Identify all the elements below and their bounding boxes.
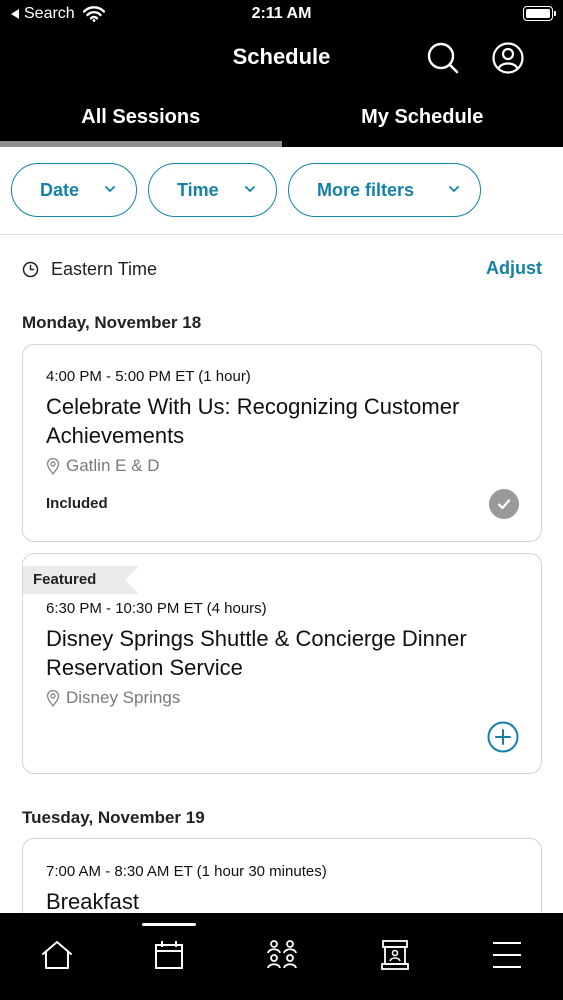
user-icon <box>492 42 524 74</box>
session-title: Breakfast <box>46 889 139 914</box>
status-bar: Search 2:11 AM <box>0 0 563 30</box>
session-title: Disney Springs Shuttle & Concierge Dinne… <box>46 626 467 680</box>
status-time: 2:11 AM <box>251 5 312 22</box>
menu-icon <box>493 942 521 968</box>
location-text: Disney Springs <box>66 688 181 707</box>
session-time: 4:00 PM - 5:00 PM ET (1 hour) <box>46 368 251 385</box>
time-filter-button[interactable]: Time <box>148 163 277 217</box>
session-title: Celebrate With Us: Recognizing Customer … <box>46 394 460 448</box>
people-icon <box>267 940 297 969</box>
timezone-label: Eastern Time <box>51 258 158 279</box>
tab-label: My Schedule <box>361 106 484 128</box>
session-card[interactable]: 4:00 PM - 5:00 PM ET (1 hour) Celebrate … <box>22 344 542 542</box>
add-to-schedule-icon[interactable] <box>487 721 519 753</box>
day-heading: Monday, November 18 <box>22 313 202 332</box>
nav-schedule[interactable] <box>149 935 189 975</box>
chevron-down-icon <box>105 186 115 192</box>
filter-label: More filters <box>317 179 415 200</box>
date-filter-button[interactable]: Date <box>11 163 137 217</box>
included-label: Included <box>46 495 108 512</box>
location-pin-icon <box>46 457 60 475</box>
more-filters-button[interactable]: More filters <box>288 163 481 217</box>
battery-icon <box>523 6 556 21</box>
app-header: Schedule <box>0 30 563 86</box>
timezone-row: Eastern Time Adjust <box>22 255 542 283</box>
nav-menu[interactable] <box>487 935 527 975</box>
location-text: Gatlin E & D <box>66 456 160 475</box>
added-check-icon[interactable] <box>489 489 519 519</box>
page-title: Schedule <box>232 44 331 69</box>
session-location: Disney Springs <box>46 688 180 708</box>
session-time: 7:00 AM - 8:30 AM ET (1 hour 30 minutes) <box>46 863 327 880</box>
home-icon <box>42 941 72 969</box>
session-card[interactable]: Featured 6:30 PM - 10:30 PM ET (4 hours)… <box>22 553 542 774</box>
tab-all-sessions[interactable]: All Sessions <box>0 86 282 147</box>
session-location: Gatlin E & D <box>46 456 160 476</box>
nav-home[interactable] <box>37 935 77 975</box>
nav-attendees[interactable] <box>262 935 302 975</box>
adjust-timezone-link[interactable]: Adjust <box>486 258 542 279</box>
schedule-tabs: All Sessions My Schedule <box>0 86 563 147</box>
filter-bar: Date Time More filters <box>0 147 563 235</box>
search-button[interactable] <box>425 40 461 76</box>
booth-icon <box>381 940 409 970</box>
calendar-icon <box>155 941 183 969</box>
day-heading: Tuesday, November 19 <box>22 808 205 827</box>
search-icon <box>427 42 459 74</box>
clock-icon <box>22 261 39 277</box>
featured-badge: Featured <box>23 566 139 594</box>
session-time: 6:30 PM - 10:30 PM ET (4 hours) <box>46 600 267 617</box>
chevron-down-icon <box>245 186 255 192</box>
location-pin-icon <box>46 689 60 707</box>
tab-my-schedule[interactable]: My Schedule <box>282 86 563 147</box>
nav-exhibitors[interactable] <box>375 935 415 975</box>
filter-label: Time <box>177 179 219 200</box>
tab-label: All Sessions <box>81 106 201 128</box>
chevron-down-icon <box>449 186 459 192</box>
filter-label: Date <box>40 179 80 200</box>
bottom-navigation <box>0 913 563 1000</box>
active-tab-indicator <box>142 923 196 926</box>
profile-button[interactable] <box>490 40 526 76</box>
